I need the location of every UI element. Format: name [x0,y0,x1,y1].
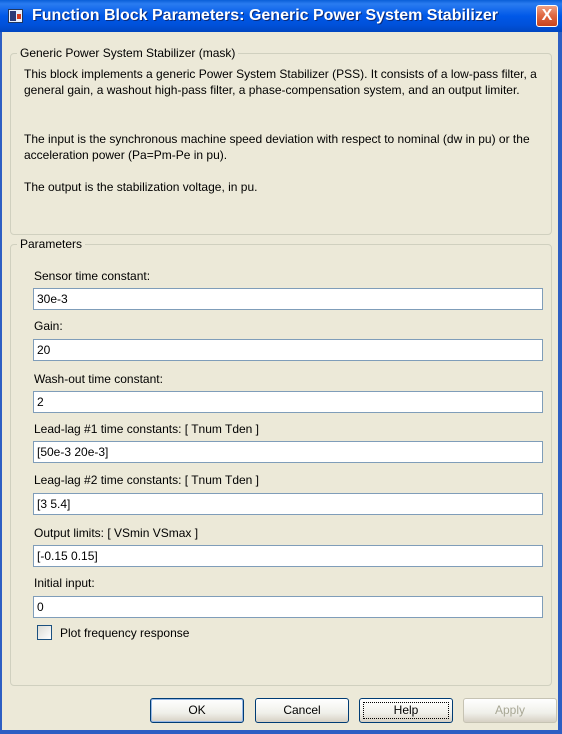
simulink-block-icon [8,9,23,23]
lead-lag-2-input[interactable] [33,493,543,515]
description-paragraph-3: The output is the stabilization voltage,… [24,180,258,194]
sensor-time-constant-input[interactable] [33,288,543,310]
description-paragraph-1: This block implements a generic Power Sy… [24,67,537,97]
initial-input-label: Initial input: [34,576,95,590]
output-limits-label: Output limits: [ VSmin VSmax ] [34,526,199,540]
close-button[interactable]: X [536,5,558,27]
lead-lag-2-label: Leag-lag #2 time constants: [ Tnum Tden … [34,473,260,487]
wash-out-time-constant-input[interactable] [33,391,543,413]
lead-lag-1-input[interactable] [33,441,543,463]
title-bar[interactable]: Function Block Parameters: Generic Power… [0,0,562,32]
close-icon: X [541,7,553,24]
apply-button[interactable]: Apply [463,698,557,723]
description-group: Generic Power System Stabilizer (mask) T… [10,46,552,235]
plot-frequency-response-label[interactable]: Plot frequency response [60,626,189,640]
parameters-group: Parameters [10,237,552,686]
plot-frequency-response-checkbox[interactable] [37,625,52,640]
output-limits-input[interactable] [33,545,543,567]
gain-input[interactable] [33,339,543,361]
gain-label: Gain: [34,319,63,333]
wash-out-time-constant-label: Wash-out time constant: [34,372,163,386]
window-title: Function Block Parameters: Generic Power… [32,7,498,24]
parameters-legend: Parameters [17,237,86,251]
cancel-button[interactable]: Cancel [255,698,349,723]
description-legend: Generic Power System Stabilizer (mask) [17,46,239,60]
lead-lag-1-label: Lead-lag #1 time constants: [ Tnum Tden … [34,422,260,436]
help-button[interactable]: Help [359,698,453,723]
initial-input-input[interactable] [33,596,543,618]
description-paragraph-2: The input is the synchronous machine spe… [24,132,530,162]
sensor-time-constant-label: Sensor time constant: [34,269,151,283]
dialog-window: Function Block Parameters: Generic Power… [0,0,562,734]
ok-button[interactable]: OK [150,698,244,723]
